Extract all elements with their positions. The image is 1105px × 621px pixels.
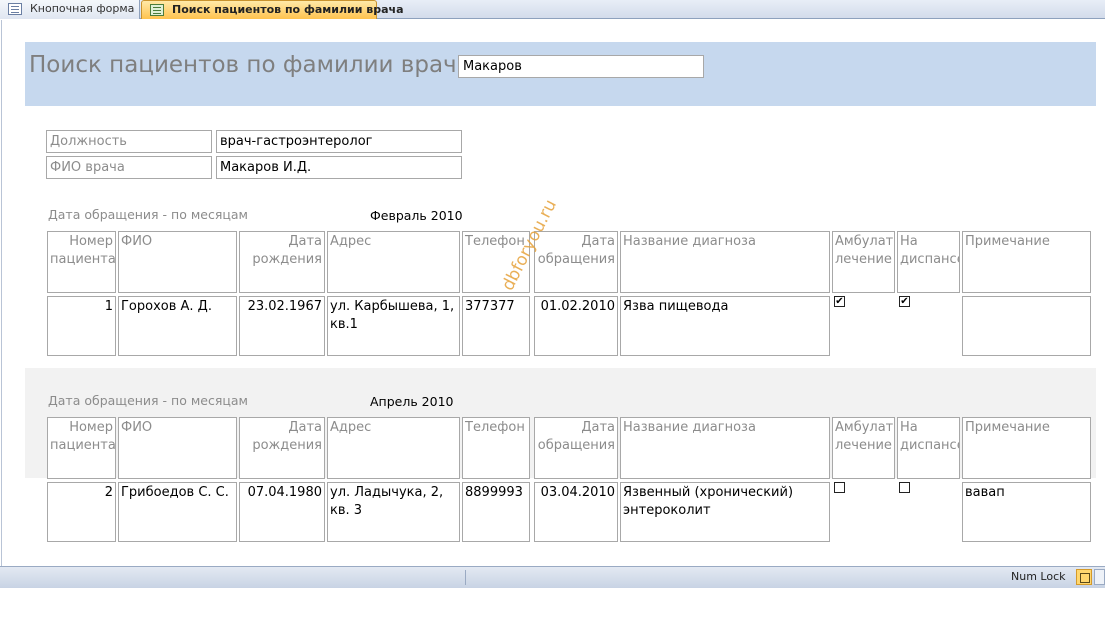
cell-note[interactable]: вавап (962, 482, 1091, 542)
ambulatory-checkbox[interactable]: ✔ (834, 296, 845, 307)
doctor-name-field[interactable]: Макаров И.Д. (216, 156, 462, 179)
cell-visit-date[interactable]: 01.02.2010 (534, 296, 618, 356)
cell-phone[interactable]: 8899993 (462, 482, 530, 542)
cell-address[interactable]: ул. Ладычука, 2, кв. 3 (327, 482, 460, 542)
col-header-patient-number: Номер пациента (47, 417, 116, 479)
col-header-diagnosis: Название диагноза (620, 417, 830, 479)
col-header-address: Адрес (327, 417, 460, 479)
group-month: Февраль 2010 (370, 208, 463, 223)
col-header-dispensary: На диспансерном (897, 231, 960, 293)
col-header-visit-date: Дата обращения (534, 231, 618, 293)
group-label: Дата обращения - по месяцам (48, 207, 248, 222)
num-lock-indicator: Num Lock (1011, 570, 1066, 583)
col-header-note: Примечание (962, 231, 1091, 293)
layout-view-icon[interactable] (1094, 569, 1105, 585)
col-header-birth-date: Дата рождения (239, 231, 325, 293)
group-month: Апрель 2010 (370, 394, 454, 409)
cell-birth-date[interactable]: 07.04.1980 (239, 482, 325, 542)
cell-visit-date[interactable]: 03.04.2010 (534, 482, 618, 542)
col-header-note: Примечание (962, 417, 1091, 479)
status-bar (0, 566, 1105, 588)
report-icon (150, 4, 164, 16)
col-header-birth-date: Дата рождения (239, 417, 325, 479)
cell-note[interactable] (962, 296, 1091, 356)
tab-label: Поиск пациентов по фамилии врача (172, 3, 404, 16)
position-field[interactable]: врач-гастроэнтеролог (216, 130, 462, 153)
tab-patient-search[interactable]: Поиск пациентов по фамилии врача (141, 0, 404, 19)
cell-name[interactable]: Горохов А. Д. (118, 296, 237, 356)
page-title: Поиск пациентов по фамилии врача (29, 52, 471, 78)
form-view-icon[interactable] (1076, 569, 1092, 585)
col-header-ambulatory: Амбулаторное лечение (832, 231, 895, 293)
cell-patient-number[interactable]: 1 (47, 296, 116, 356)
tab-switchboard-form[interactable]: Кнопочная форма (0, 0, 140, 19)
ambulatory-checkbox[interactable] (834, 482, 845, 493)
col-header-address: Адрес (327, 231, 460, 293)
dispensary-checkbox[interactable] (899, 482, 910, 493)
col-header-name: ФИО (118, 417, 237, 479)
form-icon (8, 3, 22, 15)
dispensary-checkbox[interactable]: ✔ (899, 296, 910, 307)
cell-diagnosis[interactable]: Язва пищевода (620, 296, 830, 356)
col-header-patient-number: Номер пациента (47, 231, 116, 293)
col-header-phone: Телефон (462, 417, 530, 479)
tab-label: Кнопочная форма (30, 2, 135, 15)
cell-name[interactable]: Грибоедов С. С. (118, 482, 237, 542)
position-label: Должность (46, 130, 212, 153)
status-divider (465, 570, 466, 585)
col-header-visit-date: Дата обращения (534, 417, 618, 479)
doctor-search-input[interactable]: Макаров (458, 55, 704, 78)
col-header-name: ФИО (118, 231, 237, 293)
col-header-ambulatory: Амбулаторное лечение (832, 417, 895, 479)
cell-birth-date[interactable]: 23.02.1967 (239, 296, 325, 356)
cell-address[interactable]: ул. Карбышева, 1, кв.1 (327, 296, 460, 356)
cell-diagnosis[interactable]: Язвенный (хронический) энтероколит (620, 482, 830, 542)
doctor-name-label: ФИО врача (46, 156, 212, 179)
cell-phone[interactable]: 377377 (462, 296, 530, 356)
cell-patient-number[interactable]: 2 (47, 482, 116, 542)
col-header-diagnosis: Название диагноза (620, 231, 830, 293)
group-label: Дата обращения - по месяцам (48, 393, 248, 408)
col-header-dispensary: На диспансерном (897, 417, 960, 479)
